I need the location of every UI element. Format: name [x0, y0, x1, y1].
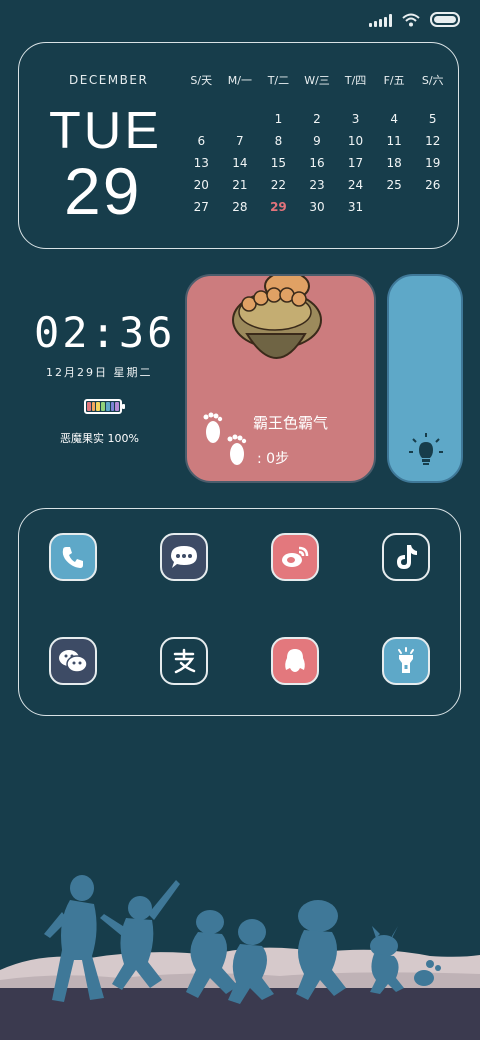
- alipay-icon: [173, 648, 196, 674]
- calendar-day-cell[interactable]: 23: [298, 177, 337, 193]
- calendar-day: 29: [64, 154, 142, 228]
- calendar-day-cell[interactable]: 10: [336, 133, 375, 149]
- calendar-header-cell: W/三: [304, 74, 330, 87]
- calendar-day-cell[interactable]: 7: [221, 133, 260, 149]
- calendar-day-cell[interactable]: 31: [336, 199, 375, 215]
- phone-app-button[interactable]: [49, 533, 97, 581]
- calendar-day-cell[interactable]: 27: [182, 199, 221, 215]
- calendar-day-cell[interactable]: 13: [182, 155, 221, 171]
- calendar-header-cell: T/四: [344, 74, 367, 87]
- calendar-header-cell: S/天: [190, 74, 213, 87]
- calendar-day-cell: [375, 199, 414, 215]
- status-bar: [369, 12, 460, 27]
- calendar-grid: S/天 M/一 T/二 W/三 T/四 F/五 S/六 1 2 3 4 5 6 7 8 9 10 11 12 13 14…: [182, 71, 452, 215]
- phone-icon: [62, 547, 83, 568]
- calendar-day-cell[interactable]: 20: [182, 177, 221, 193]
- battery-level-icon: [84, 399, 125, 414]
- calendar-day-cell: [182, 111, 221, 127]
- tiktok-app-button[interactable]: [382, 533, 430, 581]
- calendar-spacer: [182, 97, 452, 105]
- calendar-widget[interactable]: DECEMBER TUE 29 S/天 M/一 T/二 W/三 T/四 F/五 S/六 1 2 3…: [18, 42, 459, 249]
- calendar-day-cell[interactable]: 22: [259, 177, 298, 193]
- wifi-icon: [402, 13, 420, 26]
- calendar-day-cell[interactable]: 12: [413, 133, 452, 149]
- tiktok-icon: [397, 545, 417, 569]
- calendar-month: DECEMBER: [69, 73, 149, 87]
- flashlight-icon: [398, 647, 414, 673]
- wechat-icon: [59, 650, 88, 673]
- calendar-day-cell: [221, 111, 260, 127]
- calendar-day-cell: [413, 199, 452, 215]
- calendar-day-cell[interactable]: 25: [375, 177, 414, 193]
- calendar-header-cell: M/一: [227, 74, 252, 87]
- weibo-app-button[interactable]: [271, 533, 319, 581]
- battery-icon: [430, 12, 460, 27]
- calendar-day-cell[interactable]: 11: [375, 133, 414, 149]
- qq-app-button[interactable]: [271, 637, 319, 685]
- calendar-day-cell[interactable]: 9: [298, 133, 337, 149]
- step-counter-widget[interactable]: 霸王色霸气 : 0步: [185, 274, 376, 483]
- signal-icon: [369, 13, 392, 27]
- app-grid: [18, 508, 461, 716]
- chat-bubble-icon: [171, 546, 197, 568]
- calendar-day-cell[interactable]: 15: [259, 155, 298, 171]
- calendar-header-cell: T/二: [267, 74, 290, 87]
- calendar-today-cell[interactable]: 29: [259, 199, 298, 215]
- calendar-day-cell[interactable]: 30: [298, 199, 337, 215]
- calendar-day-cell[interactable]: 6: [182, 133, 221, 149]
- calendar-day-cell[interactable]: 19: [413, 155, 452, 171]
- calendar-day-cell[interactable]: 17: [336, 155, 375, 171]
- lightbulb-icon[interactable]: [408, 431, 444, 467]
- calendar-day-cell[interactable]: 3: [336, 111, 375, 127]
- calendar-day-cell[interactable]: 5: [413, 111, 452, 127]
- alipay-app-button[interactable]: [160, 637, 208, 685]
- footprints-icon: [203, 412, 247, 465]
- calendar-day-cell[interactable]: 8: [259, 133, 298, 149]
- calendar-header-cell: S/六: [421, 74, 444, 87]
- calendar-day-cell[interactable]: 21: [221, 177, 260, 193]
- messages-app-button[interactable]: [160, 533, 208, 581]
- calendar-day-cell[interactable]: 28: [221, 199, 260, 215]
- calendar-header-cell: F/五: [383, 74, 405, 87]
- calendar-weekday: TUE: [49, 102, 162, 160]
- weibo-icon: [282, 546, 309, 567]
- silhouette-scene: [0, 875, 480, 1040]
- qq-penguin-icon: [285, 649, 305, 672]
- clock-time: 02:36: [34, 308, 176, 357]
- battery-label: 恶魔果实 100%: [60, 432, 139, 445]
- wechat-app-button[interactable]: [49, 637, 97, 685]
- calendar-day-cell[interactable]: 2: [298, 111, 337, 127]
- calendar-day-cell[interactable]: 4: [375, 111, 414, 127]
- calendar-day-cell[interactable]: 18: [375, 155, 414, 171]
- torch-widget[interactable]: [387, 274, 463, 483]
- flashlight-app-button[interactable]: [382, 637, 430, 685]
- calendar-day-cell[interactable]: 1: [259, 111, 298, 127]
- calendar-day-cell[interactable]: 16: [298, 155, 337, 171]
- calendar-day-cell[interactable]: 26: [413, 177, 452, 193]
- calendar-day-cell[interactable]: 14: [221, 155, 260, 171]
- sandal-illustration: [232, 276, 322, 359]
- calendar-day-cell[interactable]: 24: [336, 177, 375, 193]
- step-widget-title: 霸王色霸气: [253, 414, 329, 432]
- step-count: : 0步: [257, 451, 290, 467]
- clock-date: 12月29日 星期二: [46, 366, 153, 379]
